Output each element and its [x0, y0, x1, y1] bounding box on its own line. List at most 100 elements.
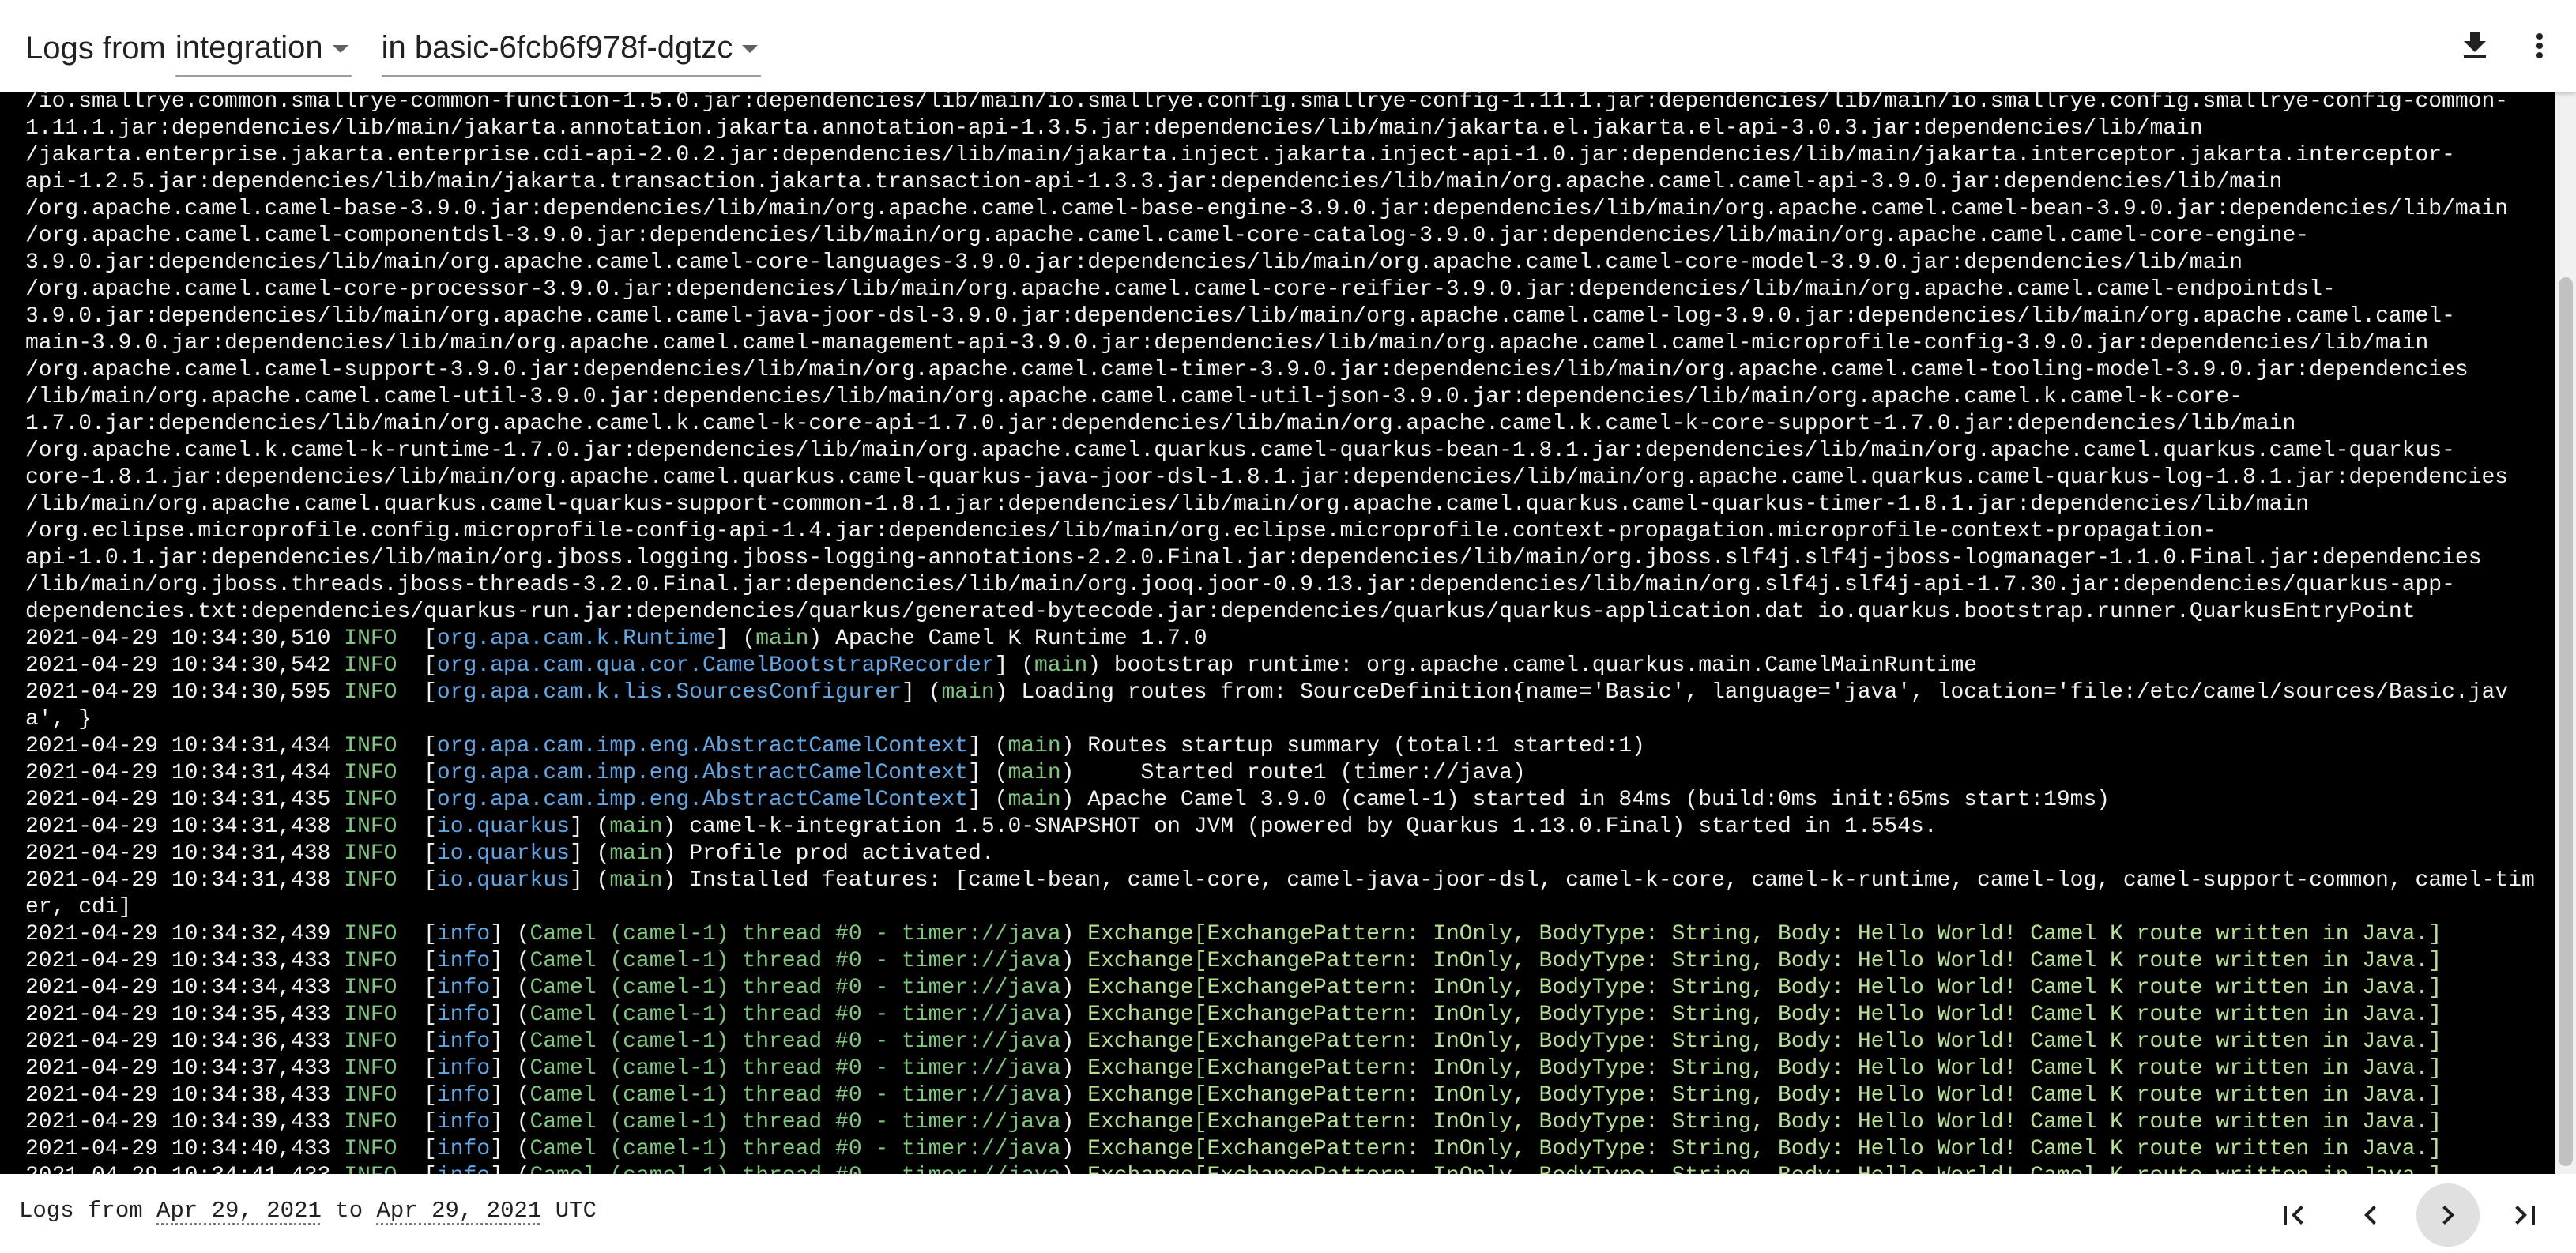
log-bracket: ] ( — [968, 761, 1008, 785]
log-message: bootstrap runtime: org.apache.camel.quar… — [1113, 653, 1978, 678]
log-bracket: ] ( — [715, 626, 756, 651]
log-thread: main — [1007, 788, 1061, 812]
log-line: /jakarta.enterprise.jakarta.enterprise.c… — [25, 143, 2455, 167]
log-bracket: [ — [424, 1137, 437, 1161]
last-page-button[interactable] — [2494, 1183, 2557, 1247]
log-thread: Camel (camel-1) thread #0 - timer://java — [529, 949, 1061, 973]
log-timestamp: 2021-04-29 10:34:35,433 — [25, 1003, 345, 1027]
previous-page-button[interactable] — [2339, 1183, 2402, 1247]
log-timestamp: 2021-04-29 10:34:32,439 — [25, 922, 345, 946]
log-thread: main — [755, 626, 809, 651]
pod-select[interactable]: in basic-6fcb6f978f-dgtzc — [381, 20, 762, 77]
log-level: INFO — [344, 922, 424, 946]
log-scrollbar[interactable] — [2555, 92, 2576, 1174]
log-logger: info — [436, 1003, 491, 1027]
log-scrollbar-thumb[interactable] — [2559, 277, 2573, 1166]
log-line: /lib/main/org.apache.camel.camel-util-3.… — [25, 385, 2243, 409]
log-footer: Logs from Apr 29, 2021 to Apr 29, 2021 U… — [0, 1174, 2576, 1253]
log-bracket: [ — [424, 922, 437, 946]
next-page-button[interactable] — [2416, 1183, 2480, 1247]
log-line: api-1.0.1.jar:dependencies/lib/main/org.… — [25, 546, 2482, 570]
log-line: 2021-04-29 10:34:31,434 INFO [org.apa.ca… — [25, 733, 2541, 760]
log-message: Exchange[ExchangePattern: InOnly, BodyTy… — [1087, 1110, 2442, 1134]
log-line: 2021-04-29 10:34:41,433 INFO [info] (Cam… — [25, 1163, 2541, 1174]
log-title: Logs from integration in basic-6fcb6f978… — [25, 20, 762, 77]
log-bracket: ] ( — [490, 1083, 530, 1108]
log-message: Exchange[ExchangePattern: InOnly, BodyTy… — [1087, 1137, 2442, 1161]
log-line: 2021-04-29 10:34:30,510 INFO [org.apa.ca… — [25, 626, 2541, 653]
log-logger: org.apa.cam.imp.eng.AbstractCamelContext — [436, 734, 969, 758]
log-line: /org.eclipse.microprofile.config.micropr… — [25, 519, 2216, 544]
log-bracket: ) — [662, 868, 690, 893]
log-logger: org.apa.cam.imp.eng.AbstractCamelContext — [436, 761, 969, 785]
log-logger: info — [436, 1137, 491, 1161]
log-bracket: ) — [1060, 734, 1088, 758]
download-button[interactable] — [2446, 17, 2503, 74]
log-message: Exchange[ExchangePattern: InOnly, BodyTy… — [1087, 976, 2442, 1000]
log-bracket: ) — [1060, 1029, 1088, 1054]
log-bracket: [ — [424, 626, 437, 651]
log-bracket: [ — [424, 868, 437, 893]
log-line: 2021-04-29 10:34:36,433 INFO [info] (Cam… — [25, 1029, 2541, 1055]
log-message: Exchange[ExchangePattern: InOnly, BodyTy… — [1087, 1083, 2442, 1108]
log-thread: Camel (camel-1) thread #0 - timer://java — [529, 1029, 1061, 1054]
log-line: 1.11.1.jar:dependencies/lib/main/jakarta… — [25, 116, 2203, 141]
log-bracket: ) — [1060, 761, 1088, 785]
log-level: INFO — [344, 1056, 424, 1081]
log-bracket: ) — [1087, 653, 1114, 678]
log-level: INFO — [344, 841, 424, 866]
log-line: 2021-04-29 10:34:38,433 INFO [info] (Cam… — [25, 1082, 2541, 1109]
log-timestamp: 2021-04-29 10:34:30,542 — [25, 653, 345, 678]
log-bracket: ) — [1060, 1110, 1088, 1134]
log-timestamp: 2021-04-29 10:34:33,433 — [25, 949, 345, 973]
log-logger: org.apa.cam.imp.eng.AbstractCamelContext — [436, 788, 969, 812]
log-logger: info — [436, 1056, 491, 1081]
log-line: 2021-04-29 10:34:37,433 INFO [info] (Cam… — [25, 1055, 2541, 1082]
log-timestamp: 2021-04-29 10:34:30,510 — [25, 626, 345, 651]
log-bracket: ] ( — [902, 680, 942, 705]
log-bracket: ) — [1060, 976, 1088, 1000]
log-line: 2021-04-29 10:34:40,433 INFO [info] (Cam… — [25, 1136, 2541, 1163]
log-level: INFO — [344, 1083, 424, 1108]
log-line: 2021-04-29 10:34:31,438 INFO [io.quarkus… — [25, 841, 2541, 867]
log-message: Exchange[ExchangePattern: InOnly, BodyTy… — [1087, 1056, 2442, 1081]
log-logger: io.quarkus — [436, 841, 570, 866]
range-to-label: to — [335, 1198, 363, 1224]
log-level: INFO — [344, 1029, 424, 1054]
log-content: /io.smallrye.common.smallrye-common-func… — [25, 92, 2541, 1174]
log-logger: info — [436, 1083, 491, 1108]
log-line: 2021-04-29 10:34:32,439 INFO [info] (Cam… — [25, 921, 2541, 948]
log-message: Exchange[ExchangePattern: InOnly, BodyTy… — [1087, 949, 2442, 973]
more-options-button[interactable] — [2511, 17, 2568, 74]
log-line: 2021-04-29 10:34:34,433 INFO [info] (Cam… — [25, 975, 2541, 1002]
log-line: 2021-04-29 10:34:30,542 INFO [org.apa.ca… — [25, 653, 2541, 679]
log-logger: org.apa.cam.k.lis.SourcesConfigurer — [436, 680, 902, 705]
log-bracket: ] ( — [490, 922, 530, 946]
pod-in-label: in — [381, 29, 406, 65]
log-thread: Camel (camel-1) thread #0 - timer://java — [529, 1083, 1061, 1108]
chevron-right-icon — [2442, 1206, 2454, 1225]
log-thread: Camel (camel-1) thread #0 - timer://java — [529, 1110, 1061, 1134]
log-logger: info — [436, 1110, 491, 1134]
log-level: INFO — [344, 1137, 424, 1161]
log-line: /org.apache.camel.camel-base-3.9.0.jar:d… — [25, 197, 2509, 221]
log-level: INFO — [344, 788, 424, 812]
log-bracket: ) — [1060, 1137, 1088, 1161]
log-logger: info — [436, 1029, 491, 1054]
log-bracket: ) — [1060, 1003, 1088, 1027]
log-line: 3.9.0.jar:dependencies/lib/main/org.apac… — [25, 250, 2243, 275]
log-line: 2021-04-29 10:34:31,435 INFO [org.apa.ca… — [25, 787, 2541, 814]
log-bracket: ) — [1060, 922, 1088, 946]
log-viewer[interactable]: /io.smallrye.common.smallrye-common-func… — [0, 92, 2576, 1174]
source-select[interactable]: integration — [175, 20, 352, 77]
log-level: INFO — [344, 761, 424, 785]
log-logger: info — [436, 922, 491, 946]
log-thread: Camel (camel-1) thread #0 - timer://java — [529, 1003, 1061, 1027]
log-logger: io.quarkus — [436, 815, 570, 839]
log-level: INFO — [344, 734, 424, 758]
log-timestamp: 2021-04-29 10:34:31,438 — [25, 841, 345, 866]
last-page-icon — [2515, 1206, 2535, 1225]
log-line: /org.apache.camel.camel-support-3.9.0.ja… — [25, 358, 2469, 382]
first-page-button[interactable] — [2262, 1183, 2325, 1247]
download-icon — [2464, 32, 2486, 58]
